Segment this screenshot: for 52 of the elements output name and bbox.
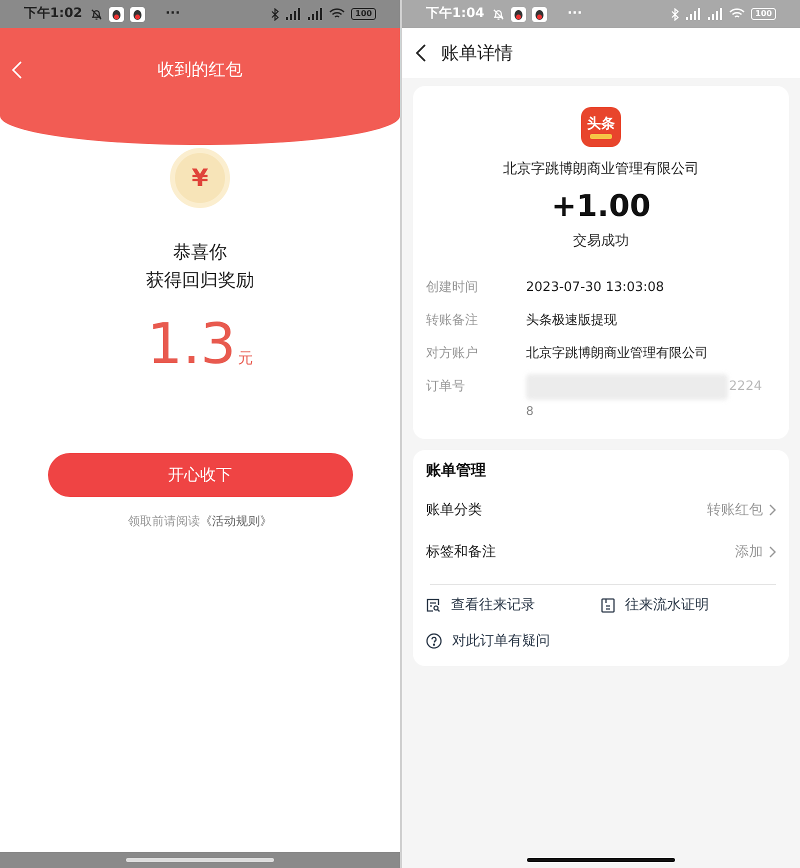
coin-icon: ¥: [170, 148, 230, 208]
signal-icon: [685, 8, 702, 20]
page-title: 账单详情: [441, 42, 513, 66]
chevron-right-icon: [769, 504, 776, 516]
order-number-wrap: 8: [526, 403, 535, 419]
signal-icon: [707, 8, 724, 20]
settings-row[interactable]: 标签和备注 添加: [426, 531, 776, 573]
detail-value: 头条极速版提现: [526, 312, 617, 330]
help-icon: [426, 633, 442, 649]
more-notifications: ···: [567, 5, 582, 24]
action-link[interactable]: 查看往来记录: [426, 594, 601, 616]
transaction-status: 交易成功: [573, 232, 629, 251]
detail-label: 对方账户: [426, 344, 479, 363]
back-icon[interactable]: [416, 44, 426, 62]
battery-indicator: 100: [351, 8, 376, 20]
bluetooth-icon: [271, 8, 280, 20]
accept-button[interactable]: 开心收下: [48, 453, 352, 497]
bluetooth-icon: [671, 8, 680, 20]
detail-label: 转账备注: [426, 312, 479, 330]
rules-link[interactable]: 《活动规则》: [200, 513, 272, 529]
transaction-amount: +1.00: [551, 189, 651, 225]
document-search-icon: [426, 598, 441, 612]
reward-message: 获得回归奖励: [146, 269, 254, 293]
greeting-text: 恭喜你: [173, 241, 227, 265]
detail-label: 创建时间: [426, 278, 479, 297]
payee-name: 北京字跳博朗商业管理有限公司: [503, 160, 699, 179]
logo-ribbon-icon: [590, 134, 612, 138]
action-link[interactable]: 对此订单有疑问: [426, 630, 601, 652]
status-time: 下午1:02: [24, 5, 82, 24]
more-notifications: ···: [165, 5, 180, 24]
action-link[interactable]: 往来流水证明: [601, 594, 776, 616]
document-icon: [601, 598, 615, 612]
currency-unit: 元: [238, 348, 254, 368]
signal-icon: [307, 8, 324, 20]
notification-off-icon: [90, 8, 104, 20]
notification-off-icon: [492, 8, 506, 20]
rules-hint: 领取前请阅读: [128, 513, 200, 529]
chevron-right-icon: [769, 546, 776, 558]
status-time: 下午1:04: [426, 5, 484, 24]
wifi-icon: [729, 8, 746, 20]
detail-label: 订单号: [426, 378, 466, 396]
page-title: 收到的红包: [156, 59, 244, 82]
wifi-icon: [329, 8, 346, 20]
order-number-end: 2224: [728, 378, 762, 396]
detail-value: 北京字跳博朗商业管理有限公司: [526, 344, 708, 363]
settings-row[interactable]: 账单分类 转账红包: [426, 489, 776, 531]
reward-amount: 1.3: [146, 315, 236, 375]
battery-indicator: 100: [751, 8, 776, 20]
signal-icon: [285, 8, 302, 20]
section-title: 账单管理: [426, 460, 487, 480]
detail-value: 2023-07-30 13:03:08: [526, 278, 664, 297]
logo-text: 头条: [587, 116, 615, 132]
